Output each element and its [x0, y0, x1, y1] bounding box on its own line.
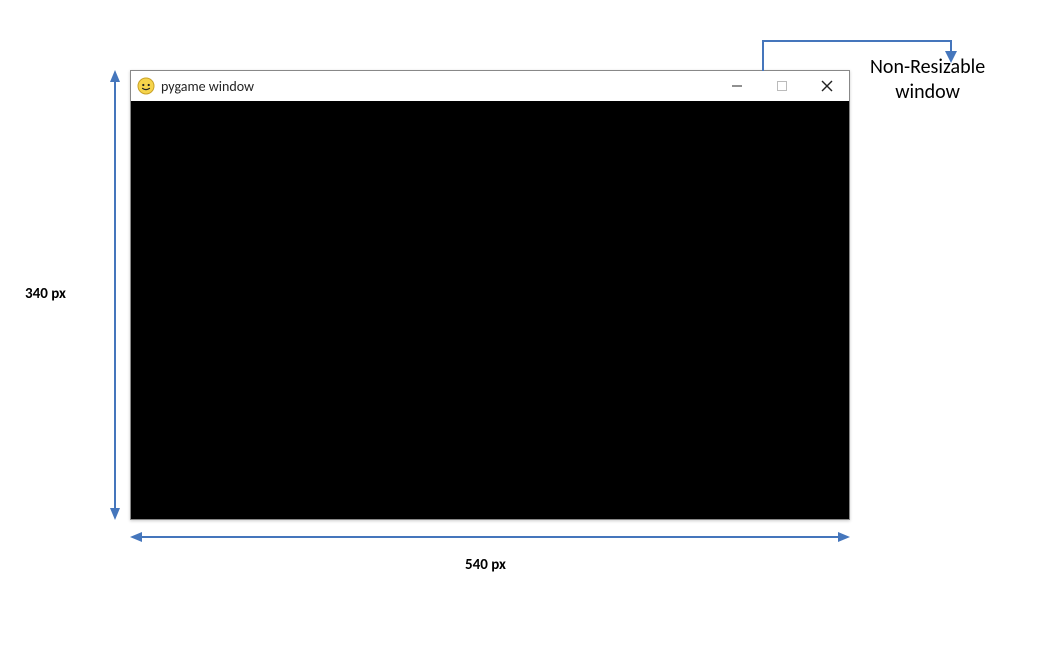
callout-line1: Non-Resizable — [870, 55, 985, 79]
pygame-icon — [137, 77, 155, 95]
height-label: 340 px — [25, 285, 66, 303]
width-label: 540 px — [465, 556, 506, 574]
titlebar: pygame window — [131, 71, 849, 101]
minimize-button[interactable] — [714, 71, 759, 101]
height-dimension-arrow — [102, 70, 128, 520]
window-title: pygame window — [161, 78, 254, 95]
width-dimension-arrow — [130, 524, 850, 550]
callout-label: Non-Resizable window — [870, 55, 985, 105]
canvas-area — [131, 101, 849, 519]
pygame-window: pygame window — [130, 70, 850, 520]
callout-line2: window — [895, 80, 960, 104]
